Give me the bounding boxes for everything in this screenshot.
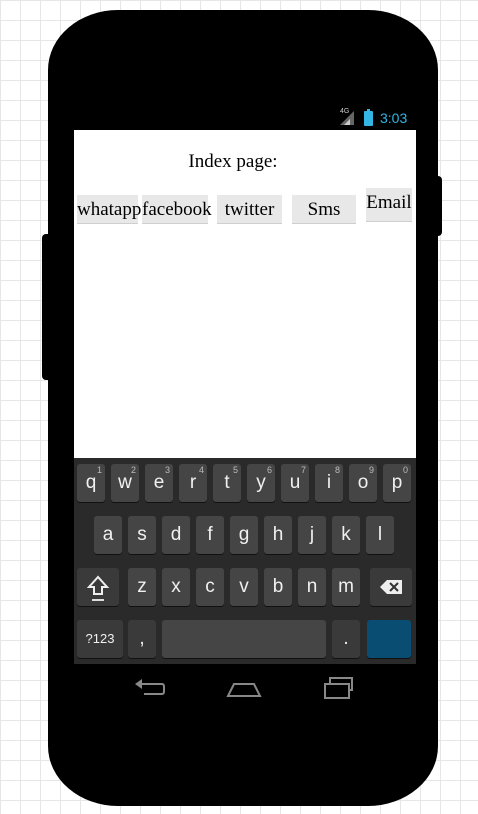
key-i[interactable]: 8i [315,464,343,502]
key-t[interactable]: 5t [213,464,241,502]
key-label: r [189,472,197,493]
key-n[interactable]: n [298,568,326,606]
key-label: h [272,524,284,545]
key-c[interactable]: c [196,568,224,606]
key-label: y [256,472,266,493]
key-label: d [170,524,182,545]
battery-icon [364,109,373,126]
key-y[interactable]: 6y [247,464,275,502]
enter-key[interactable] [367,620,411,658]
key-s[interactable]: s [128,516,156,554]
key-b[interactable]: b [264,568,292,606]
twitter-button[interactable]: twitter [217,195,282,224]
key-label: a [102,524,114,545]
key-hint: 3 [164,465,170,475]
key-label: l [377,524,383,545]
status-bar: 4G 3:03 [74,108,416,130]
period-key[interactable]: . [332,620,360,658]
key-h[interactable]: h [264,516,292,554]
key-label: m [338,576,354,597]
recents-icon[interactable] [322,676,356,700]
back-icon[interactable] [132,678,166,700]
key-o[interactable]: 9o [349,464,377,502]
key-label: j [309,524,315,545]
key-label: ?123 [85,631,115,646]
key-label: w [118,472,132,493]
key-x[interactable]: x [162,568,190,606]
backspace-icon [380,580,402,594]
key-label: p [391,472,403,493]
backspace-key[interactable] [370,568,412,606]
key-l[interactable]: l [366,516,394,554]
key-label: s [137,524,147,545]
key-label: c [205,576,215,597]
key-hint: 9 [368,465,374,475]
facebook-button[interactable]: facebook [142,195,212,224]
key-hint: 1 [96,465,102,475]
key-hint: 4 [198,465,204,475]
app-screen: Index page: whatapp facebook twitter Sms… [74,130,416,458]
key-v[interactable]: v [230,568,258,606]
clock: 3:03 [380,110,408,126]
key-label: g [238,524,250,545]
key-k[interactable]: k [332,516,360,554]
key-label: e [153,472,165,493]
key-label: u [289,472,301,493]
page-title: Index page: [188,151,278,172]
key-f[interactable]: f [196,516,224,554]
key-q[interactable]: 1q [77,464,105,502]
key-label: , [139,628,145,649]
key-label: i [326,472,332,493]
key-a[interactable]: a [94,516,122,554]
key-hint: 2 [130,465,136,475]
key-m[interactable]: m [332,568,360,606]
whatapp-button[interactable]: whatapp [77,195,141,224]
key-d[interactable]: d [162,516,190,554]
key-hint: 6 [266,465,272,475]
key-label: q [85,472,97,493]
key-hint: 8 [334,465,340,475]
key-label: b [272,576,284,597]
shift-key[interactable] [77,568,119,606]
key-label: f [207,524,213,545]
key-label: v [239,576,249,597]
key-hint: 7 [300,465,306,475]
key-label: . [343,628,349,649]
email-button[interactable]: Email [366,188,412,222]
key-j[interactable]: j [298,516,326,554]
key-label: o [357,472,369,493]
soft-keyboard: 1q 2w 3e 4r 5t 6y 7u 8i 9o 0p a s d f g … [74,458,416,664]
key-label: x [171,576,181,597]
key-hint: 5 [232,465,238,475]
signal-icon [340,111,354,125]
key-label: k [341,524,351,545]
key-r[interactable]: 4r [179,464,207,502]
key-z[interactable]: z [128,568,156,606]
key-label: t [224,472,230,493]
symbols-key[interactable]: ?123 [77,620,123,658]
key-p[interactable]: 0p [383,464,411,502]
key-w[interactable]: 2w [111,464,139,502]
key-hint: 0 [402,465,408,475]
key-label: n [306,576,318,597]
home-icon[interactable] [226,678,262,700]
comma-key[interactable]: , [128,620,156,658]
space-key[interactable] [162,620,326,658]
key-u[interactable]: 7u [281,464,309,502]
key-g[interactable]: g [230,516,258,554]
nav-bar [74,664,416,714]
key-e[interactable]: 3e [145,464,173,502]
sms-button[interactable]: Sms [292,195,356,224]
shift-icon [86,575,110,601]
key-label: z [137,576,147,597]
